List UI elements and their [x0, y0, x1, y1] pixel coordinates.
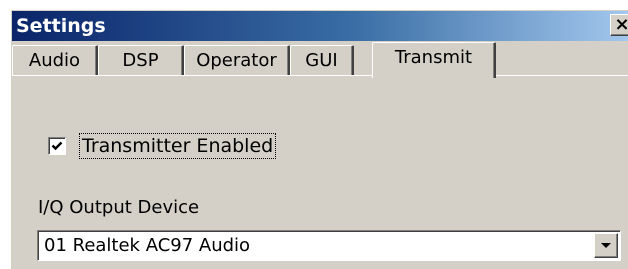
iq-output-device-value: 01 Realtek AC97 Audio [44, 235, 251, 256]
tab-transmit[interactable]: Transmit [372, 42, 496, 78]
transmitter-enabled-checkbox[interactable] [48, 137, 66, 155]
close-icon: × [614, 14, 628, 35]
close-button[interactable]: × [610, 14, 628, 36]
tab-operator[interactable]: Operator [184, 45, 290, 75]
title-bar[interactable]: Settings × [12, 11, 628, 41]
tab-audio[interactable]: Audio [12, 45, 98, 75]
chevron-down-icon [601, 243, 611, 248]
window-title: Settings [16, 15, 106, 37]
tab-dsp[interactable]: DSP [98, 45, 184, 75]
transmitter-enabled-label[interactable]: Transmitter Enabled [79, 133, 277, 159]
tab-panel-border [12, 75, 628, 76]
iq-output-device-select[interactable]: 01 Realtek AC97 Audio [37, 230, 621, 261]
settings-window: Settings × Audio DSP Operator GUI Transm… [10, 9, 628, 269]
iq-output-device-label: I/Q Output Device [38, 197, 200, 218]
tab-gui[interactable]: GUI [290, 45, 354, 75]
checkmark-icon [51, 141, 63, 151]
dropdown-button[interactable] [594, 233, 618, 258]
